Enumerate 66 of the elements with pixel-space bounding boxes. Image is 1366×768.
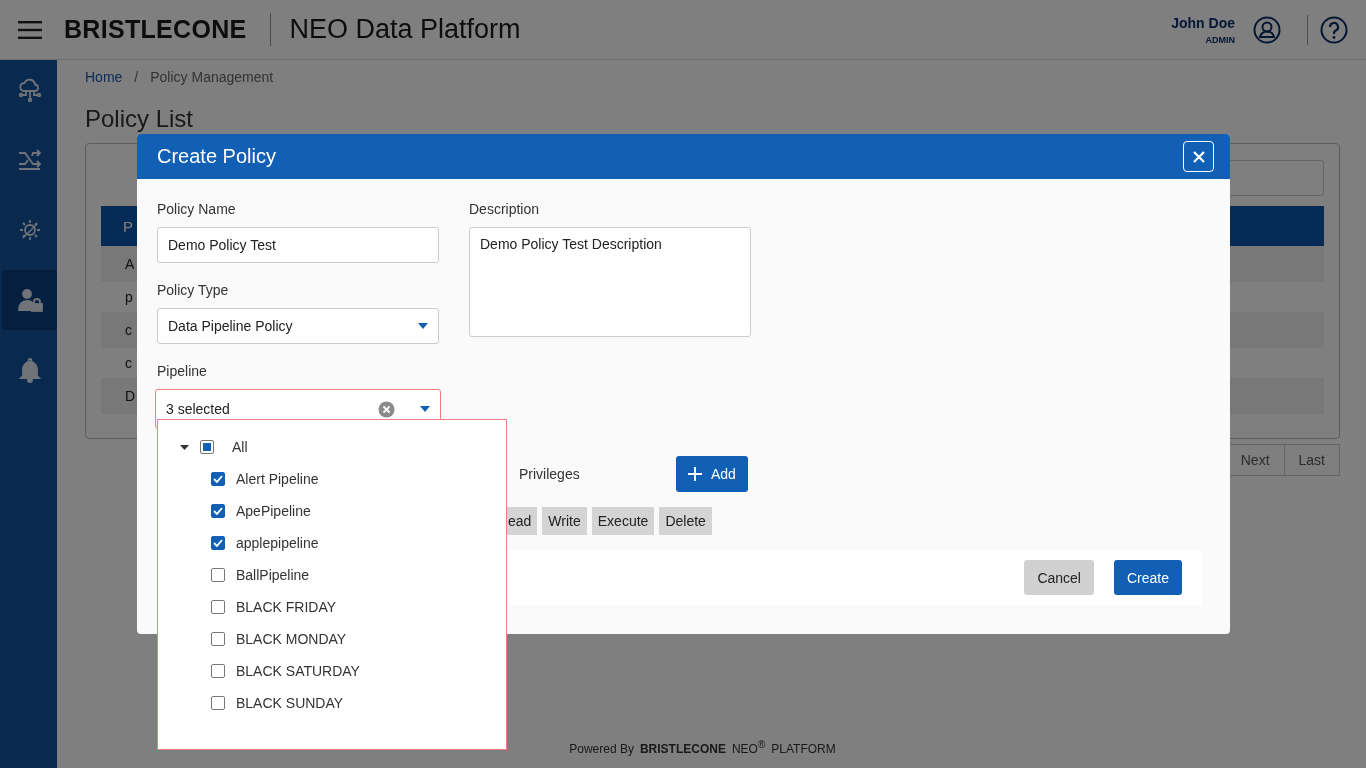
sidebar-item[interactable] — [2, 270, 57, 330]
field-label: Policy Type — [157, 282, 230, 300]
tree-item-label[interactable]: All — [232, 439, 248, 455]
caret-icon[interactable] — [180, 444, 189, 450]
checkbox[interactable] — [211, 504, 225, 518]
page-title: Policy List — [85, 105, 195, 133]
caret-icon — [420, 406, 430, 412]
field-label: Description — [469, 201, 541, 219]
checkbox[interactable] — [211, 472, 225, 486]
footer-platform: PLATFORM — [771, 742, 836, 756]
table-cell: D — [125, 388, 136, 404]
tree-item-label[interactable]: ApePipeline — [236, 503, 311, 519]
privilege-chip[interactable]: Write — [542, 507, 587, 535]
field-label: Policy Name — [157, 201, 237, 219]
close-icon — [1192, 150, 1205, 163]
column-header: P — [123, 217, 133, 235]
user-role: ADMIN — [1205, 34, 1235, 45]
product-name: NEO Data Platform — [289, 14, 521, 45]
user-lock-icon — [16, 287, 43, 313]
field-label: Pipeline — [157, 363, 208, 381]
checkbox[interactable] — [211, 632, 225, 646]
tree-item-label[interactable]: BallPipeline — [236, 567, 310, 583]
user-icon[interactable] — [1253, 15, 1281, 44]
checkbox[interactable] — [200, 440, 214, 454]
pagination-button[interactable]: Last — [1283, 444, 1340, 476]
privilege-chip[interactable]: Delete — [659, 507, 712, 535]
checkbox[interactable] — [211, 696, 225, 710]
breadcrumb-item: Policy Management — [150, 69, 274, 85]
policy-type-select[interactable]: Data Pipeline Policy — [157, 308, 439, 344]
footer-product: NEO$^{®}$ — [731, 739, 766, 756]
breadcrumb-separator: / — [134, 69, 139, 85]
checkbox[interactable] — [211, 568, 225, 582]
tree-item-label[interactable]: BLACK FRIDAY — [236, 599, 337, 615]
powered-by-text: Powered By — [569, 742, 634, 756]
privilege-chip[interactable]: Execute — [591, 507, 655, 535]
checkbox[interactable] — [211, 664, 225, 678]
breadcrumb-link[interactable]: Home — [85, 69, 123, 85]
table-cell: A — [125, 256, 135, 272]
bell-icon — [16, 357, 43, 383]
tree-item-label[interactable]: BLACK MONDAY — [236, 631, 347, 647]
shuffle-icon — [16, 147, 43, 173]
brand-logo: BRISTLECONE — [64, 15, 247, 44]
plus-icon — [688, 467, 702, 481]
cancel-button[interactable]: Cancel — [1024, 560, 1094, 595]
tree-item-label[interactable]: Alert Pipeline — [236, 471, 319, 487]
checkbox[interactable] — [211, 536, 225, 550]
close-button[interactable] — [1183, 141, 1214, 172]
menu-icon[interactable] — [18, 20, 42, 39]
clear-icon[interactable] — [378, 400, 395, 418]
privilege-chip[interactable]: ead — [507, 507, 538, 535]
help-icon[interactable] — [1320, 15, 1348, 44]
tree-item-label[interactable]: applepipeline — [236, 535, 319, 551]
tree-item-label[interactable]: BLACK SATURDAY — [236, 663, 360, 679]
caret-icon — [418, 323, 428, 329]
tree-item-label[interactable]: BLACK SUNDAY — [236, 695, 344, 711]
table-cell: c — [125, 322, 132, 338]
cloud-icon — [16, 77, 43, 103]
footer-brand: BRISTLECONE — [639, 742, 726, 756]
description-field[interactable]: Demo Policy Test Description — [469, 227, 751, 337]
privileges-label: Privileges — [519, 466, 581, 482]
dialog-title: Create Policy — [157, 145, 277, 168]
add-button[interactable]: Add — [676, 456, 748, 492]
checkbox[interactable] — [211, 600, 225, 614]
user-name: John Doe — [1171, 14, 1235, 31]
create-button[interactable]: Create — [1113, 560, 1182, 595]
policy-name-field[interactable]: Demo Policy Test — [157, 227, 439, 263]
